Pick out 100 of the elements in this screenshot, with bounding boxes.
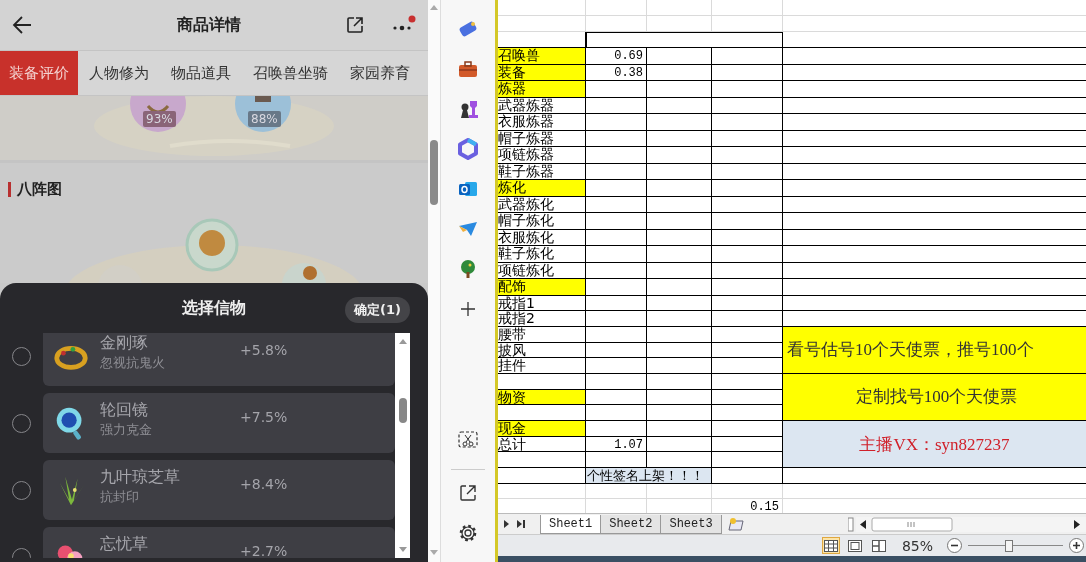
table-cell	[712, 452, 783, 469]
item-effect: 抗封印	[100, 489, 140, 506]
dialog-title: 选择信物	[182, 297, 246, 319]
item-card[interactable]: 九叶琼芝草 抗封印 +8.4%	[43, 460, 395, 520]
item-card[interactable]: 忘忧草 +2.7%	[43, 527, 395, 558]
table-cell	[712, 147, 783, 164]
table-cell: 衣服炼化	[498, 229, 586, 246]
table-cell: 武器炼化	[498, 196, 586, 213]
loop-icon[interactable]	[457, 138, 479, 160]
plus-icon	[1072, 541, 1081, 551]
table-cell	[586, 196, 647, 213]
sheet-tab[interactable]: Sheet3	[660, 514, 722, 534]
item-name: 轮回镜	[100, 400, 149, 421]
table-cell: 戒指2	[498, 311, 586, 327]
view-button[interactable]	[869, 537, 888, 555]
table-cell	[712, 468, 783, 484]
table-cell	[647, 180, 712, 197]
table-cell	[586, 246, 647, 263]
toolbox-icon[interactable]	[457, 58, 479, 80]
category-tab[interactable]: 家园养育	[339, 51, 421, 95]
table-cell	[586, 114, 647, 131]
category-tab[interactable]: 人物修为	[78, 51, 160, 95]
merged-cell: 定制找号100个天使票	[783, 373, 1086, 421]
table-cell	[586, 147, 647, 164]
table-cell: 鞋子炼化	[498, 246, 586, 263]
table-cell	[712, 246, 783, 263]
table-cell	[647, 311, 712, 327]
back-icon[interactable]	[12, 16, 32, 34]
zoom-in-button[interactable]	[1069, 538, 1084, 554]
table-cell	[586, 130, 647, 147]
table-cell	[712, 196, 783, 213]
table-cell: 武器炼器	[498, 97, 586, 114]
scroll-up-icon[interactable]	[398, 337, 408, 345]
table-cell	[712, 295, 783, 312]
table-cell: 0.69	[586, 48, 647, 65]
table-cell	[712, 311, 783, 327]
view-button[interactable]	[821, 537, 840, 555]
external-link-icon[interactable]	[457, 482, 479, 504]
scroll-thumb[interactable]	[399, 398, 407, 423]
table-cell	[647, 405, 712, 421]
table-cell	[647, 436, 712, 453]
table-cell: 总计	[498, 436, 586, 453]
grid-view-icon	[823, 539, 838, 552]
item-card[interactable]: 金刚琢 忽视抗鬼火 +5.8%	[43, 333, 395, 386]
table-cell	[647, 342, 712, 359]
table-cell	[647, 64, 712, 81]
table-cell	[586, 163, 647, 180]
confirm-button[interactable]: 确定(1)	[345, 297, 410, 323]
table-cell	[647, 48, 712, 65]
table-cell	[647, 262, 712, 279]
last-sheet-icon[interactable]	[514, 518, 528, 531]
scroll-down-icon[interactable]	[398, 546, 408, 554]
view-button[interactable]	[845, 537, 864, 555]
table-cell: 个性签名上架！！！	[586, 468, 712, 484]
zoom-slider[interactable]	[968, 539, 1063, 552]
table-cell	[712, 436, 783, 453]
percent-badge: 88%	[248, 111, 281, 127]
table-cell	[712, 213, 783, 230]
table-cell: 配饰	[498, 279, 586, 296]
table-cell: 戒指1	[498, 295, 586, 312]
item-card[interactable]: 轮回镜 强力克金 +7.5%	[43, 393, 395, 453]
table-cell	[712, 279, 783, 296]
scroll-thumb[interactable]	[430, 140, 438, 205]
table-cell	[647, 389, 712, 406]
category-tab[interactable]: 召唤兽坐骑	[242, 51, 339, 95]
zoom-level: 85%	[901, 537, 933, 554]
new-sheet-icon[interactable]	[726, 517, 747, 532]
table-cell	[647, 81, 712, 98]
zoom-out-button[interactable]	[947, 538, 962, 554]
table-cell: 1.07	[586, 436, 647, 453]
table-cell: 召唤兽	[498, 48, 586, 65]
screenshot-icon[interactable]	[457, 429, 479, 451]
settings-icon[interactable]	[457, 522, 479, 544]
share-icon[interactable]	[346, 16, 364, 34]
table-cell: 0.38	[586, 64, 647, 81]
table-cell	[586, 373, 647, 390]
table-cell	[712, 358, 783, 374]
category-tab[interactable]: 装备评价	[0, 51, 78, 95]
table-cell: 炼化	[498, 180, 586, 197]
table-cell	[647, 373, 712, 390]
table-cell	[647, 279, 712, 296]
sheet-tab[interactable]: Sheet2	[600, 514, 662, 534]
scrollbar[interactable]	[428, 0, 441, 562]
category-tab[interactable]: 物品道具	[160, 51, 242, 95]
sheet-tab[interactable]: Sheet1	[540, 514, 602, 534]
table-cell	[586, 405, 647, 421]
table-cell	[586, 0, 647, 16]
table-cell	[647, 326, 712, 343]
table-cell: 衣服炼器	[498, 114, 586, 131]
table-cell	[586, 421, 647, 437]
table-cell	[647, 295, 712, 312]
item-bonus: +2.7%	[240, 542, 288, 558]
table-cell: 项链炼器	[498, 147, 586, 164]
table-cell	[712, 114, 783, 131]
item-effect: 强力克金	[100, 422, 153, 439]
table-cell: 炼器	[498, 81, 586, 98]
table-cell	[712, 180, 783, 197]
item-bonus: +5.8%	[240, 341, 288, 358]
scrollbar[interactable]	[395, 333, 410, 558]
table-cell	[712, 97, 783, 114]
